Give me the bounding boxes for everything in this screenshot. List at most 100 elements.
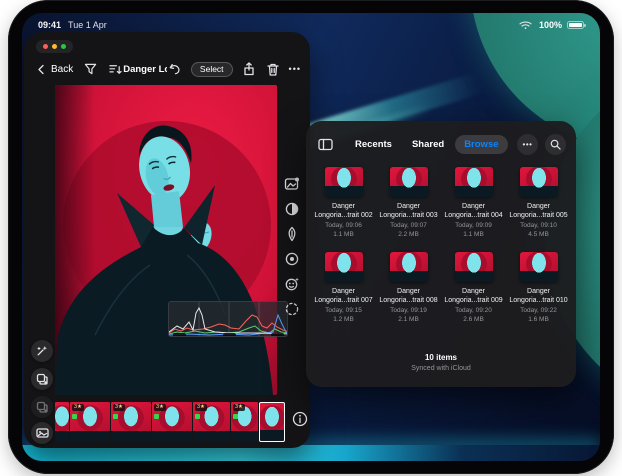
file-name: Longoria...trait 010	[509, 296, 567, 305]
files-grid: DangerLongoria...trait 002 Today, 09:061…	[311, 167, 571, 324]
filmstrip-thumb[interactable]: 3★	[152, 402, 192, 442]
files-footer: 10 items Synced with iCloud	[306, 353, 576, 372]
filmstrip-thumb[interactable]: 3★	[111, 402, 151, 442]
file-size: 1.1 MB	[455, 231, 492, 240]
close-window-icon[interactable]	[43, 44, 48, 49]
select-button[interactable]: Select	[191, 62, 233, 77]
window-controls[interactable]	[36, 40, 73, 53]
file-item[interactable]: DangerLongoria...trait 009 Today, 09:202…	[441, 252, 506, 324]
file-name: Longoria...trait 007	[314, 296, 372, 305]
status-time: 09:41	[38, 20, 61, 30]
filmstrip-thumb[interactable]	[55, 402, 69, 442]
battery-percent: 100%	[539, 20, 562, 30]
white-balance-icon[interactable]	[283, 200, 301, 218]
file-thumbnail	[455, 167, 493, 197]
histogram-panel	[168, 301, 288, 337]
file-item[interactable]: DangerLongoria...trait 003 Today, 09:072…	[376, 167, 441, 239]
search-icon[interactable]	[545, 134, 566, 155]
status-date: Tue 1 Apr	[68, 20, 107, 30]
sync-status: Synced with iCloud	[306, 365, 576, 372]
file-size: 4.5 MB	[520, 231, 557, 240]
back-button[interactable]: Back	[33, 61, 73, 77]
ipad-screen: 09:41 Tue 1 Apr 100%	[22, 13, 600, 461]
rating-badge: 3★	[154, 404, 166, 411]
rating-badge: 3★	[233, 404, 245, 411]
file-name: Danger	[379, 287, 437, 296]
file-name: Longoria...trait 004	[444, 211, 502, 220]
battery-icon	[567, 21, 584, 29]
effects-icon[interactable]	[283, 275, 301, 293]
file-name: Danger	[314, 202, 372, 211]
status-bar: 09:41 Tue 1 Apr 100%	[38, 18, 584, 32]
paste-edits-button[interactable]	[31, 396, 53, 418]
file-thumbnail	[325, 252, 363, 282]
file-name: Longoria...trait 003	[379, 211, 437, 220]
file-time: Today, 09:19	[390, 307, 427, 316]
filmstrip-thumb[interactable]: 3★	[193, 402, 230, 442]
tab-shared[interactable]: Shared	[403, 135, 453, 154]
edited-flag-icon	[154, 414, 159, 419]
file-item[interactable]: DangerLongoria...trait 007 Today, 09:151…	[311, 252, 376, 324]
file-item[interactable]: DangerLongoria...trait 005 Today, 09:104…	[506, 167, 571, 239]
file-size: 2.2 MB	[390, 231, 427, 240]
file-time: Today, 09:10	[520, 222, 557, 231]
file-thumbnail	[390, 252, 428, 282]
share-icon[interactable]	[241, 61, 257, 77]
edited-flag-icon	[195, 414, 200, 419]
edited-flag-icon	[72, 414, 77, 419]
minimize-window-icon[interactable]	[52, 44, 57, 49]
filmstrip: 3★ 3★ 3★ 3★ 3★	[55, 402, 285, 442]
file-thumbnail	[325, 167, 363, 197]
more-menu-icon[interactable]: •••	[517, 134, 538, 155]
edited-flag-icon	[233, 414, 238, 419]
files-header: Recents Shared Browse •••	[316, 132, 566, 156]
more-options-icon[interactable]: •••	[289, 64, 301, 74]
filmstrip-thumb[interactable]: 3★	[70, 402, 110, 442]
file-item[interactable]: DangerLongoria...trait 010 Today, 09:221…	[506, 252, 571, 324]
file-time: Today, 09:20	[455, 307, 492, 316]
edit-tools-rail	[282, 175, 302, 318]
back-label: Back	[51, 64, 73, 75]
file-item[interactable]: DangerLongoria...trait 008 Today, 09:192…	[376, 252, 441, 324]
zoom-window-icon[interactable]	[61, 44, 66, 49]
file-size: 2.1 MB	[390, 316, 427, 325]
adjust-icon[interactable]	[283, 225, 301, 243]
file-name: Danger	[444, 287, 502, 296]
ipad-device: 09:41 Tue 1 Apr 100%	[8, 0, 614, 474]
grain-icon[interactable]	[283, 300, 301, 318]
item-count: 10 items	[306, 353, 576, 362]
file-thumbnail	[520, 167, 558, 197]
auto-adjust-button[interactable]	[31, 340, 53, 362]
copy-edits-button[interactable]	[31, 368, 53, 390]
files-browser-window: Recents Shared Browse ••• DangerLongoria…	[306, 121, 576, 387]
window-title: Danger Longo...	[123, 64, 167, 75]
file-name: Danger	[509, 287, 567, 296]
sidebar-toggle-icon[interactable]	[316, 135, 334, 153]
undo-icon[interactable]	[167, 61, 183, 77]
vignette-icon[interactable]	[283, 250, 301, 268]
editor-toolbar: Back Danger Longo... Select	[33, 59, 301, 79]
presets-icon[interactable]	[283, 175, 301, 193]
file-size: 2.6 MB	[455, 316, 492, 325]
file-size: 1.6 MB	[520, 316, 557, 325]
file-thumbnail	[390, 167, 428, 197]
file-item[interactable]: DangerLongoria...trait 004 Today, 09:091…	[441, 167, 506, 239]
tab-browse[interactable]: Browse	[455, 135, 507, 154]
file-name: Danger	[444, 202, 502, 211]
tab-recents[interactable]: Recents	[346, 135, 401, 154]
info-button[interactable]	[290, 409, 310, 429]
trash-icon[interactable]	[265, 61, 281, 77]
sort-icon[interactable]	[107, 61, 123, 77]
file-time: Today, 09:07	[390, 222, 427, 231]
filmstrip-thumb-selected[interactable]	[259, 402, 285, 442]
wifi-icon	[518, 17, 534, 33]
file-name: Longoria...trait 008	[379, 296, 437, 305]
file-name: Longoria...trait 002	[314, 211, 372, 220]
file-thumbnail	[455, 252, 493, 282]
file-item[interactable]: DangerLongoria...trait 002 Today, 09:061…	[311, 167, 376, 239]
photo-editor-window: Back Danger Longo... Select	[24, 32, 310, 448]
photo-canvas[interactable]	[55, 85, 277, 395]
filmstrip-thumb[interactable]: 3★	[231, 402, 258, 442]
filmstrip-toggle-button[interactable]	[31, 422, 53, 444]
filter-icon[interactable]	[82, 61, 98, 77]
